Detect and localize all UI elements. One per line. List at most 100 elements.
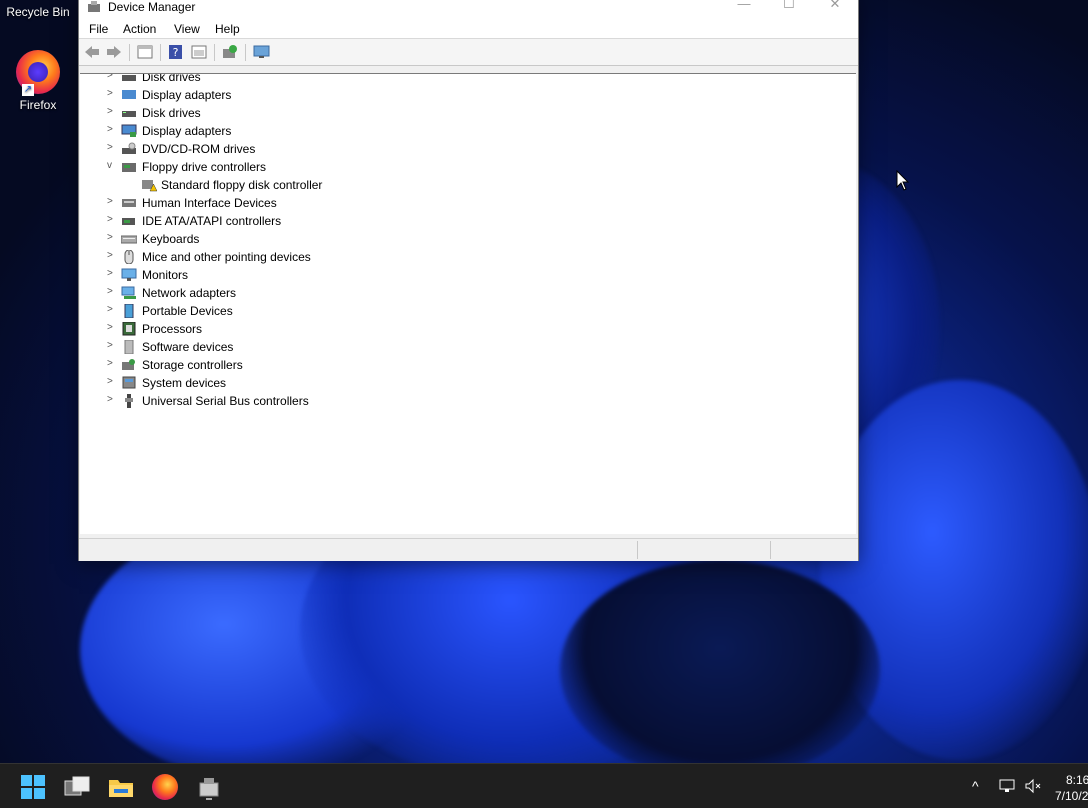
disk-drive-icon <box>122 111 136 117</box>
tree-row-label: Display adapters <box>142 88 232 102</box>
scan-hardware-icon[interactable] <box>253 44 271 60</box>
chevron-right-icon[interactable]: > <box>107 305 117 315</box>
tree-row-ide-controllers[interactable]: > IDE ATA/ATAPI controllers <box>80 212 780 230</box>
tree-row-software-devices[interactable]: > Software devices <box>80 338 780 356</box>
network-icon[interactable] <box>998 778 1016 794</box>
tree-row-hid[interactable]: > Human Interface Devices <box>80 194 780 212</box>
menu-action[interactable]: Action <box>123 22 156 36</box>
chevron-right-icon[interactable]: > <box>107 107 117 117</box>
tree-row-disk-drives[interactable]: > Disk drives <box>80 104 780 122</box>
mouse-icon <box>124 250 134 264</box>
chevron-right-icon[interactable]: > <box>107 143 117 153</box>
close-button[interactable]: ✕ <box>812 0 858 16</box>
tree-row-label: System devices <box>142 376 227 390</box>
tree-row-label: Storage controllers <box>142 358 243 372</box>
chevron-right-icon[interactable]: > <box>107 197 117 207</box>
maximize-button[interactable]: ☐ <box>766 0 812 16</box>
tree-row-label: Human Interface Devices <box>142 196 277 210</box>
mouse-cursor-icon <box>896 170 910 191</box>
firefox-icon: ↗ <box>16 50 60 96</box>
device-tree[interactable]: > Disk drives > Display adapters > Disk … <box>80 73 856 534</box>
tree-row-dvd-drives[interactable]: > DVD/CD-ROM drives <box>80 140 780 158</box>
show-hidden-icons-chevron-icon[interactable]: ^ <box>972 778 979 794</box>
tree-row-display-adapters[interactable]: > Display adapters <box>80 122 780 140</box>
tree-row-label: Network adapters <box>142 286 237 300</box>
device-manager-icon[interactable] <box>196 774 222 800</box>
chevron-right-icon[interactable]: > <box>107 359 117 369</box>
toolbar-separator <box>160 44 161 61</box>
title-bar[interactable]: Device Manager — ☐ ✕ <box>79 0 858 18</box>
tree-row-standard-floppy-controller[interactable]: Standard floppy disk controller <box>80 176 780 194</box>
properties-icon[interactable] <box>136 44 154 60</box>
tree-row-storage-controllers[interactable]: > Storage controllers <box>80 356 780 374</box>
tree-row-label: Standard floppy disk controller <box>161 178 323 192</box>
tree-row-label: Disk drives <box>142 73 201 84</box>
tree-row-network-adapters[interactable]: > Network adapters <box>80 284 780 302</box>
tree-row-processors[interactable]: > Processors <box>80 320 780 338</box>
forward-icon[interactable] <box>105 44 123 60</box>
chevron-right-icon[interactable]: > <box>107 89 117 99</box>
tree-row-label: IDE ATA/ATAPI controllers <box>142 214 282 228</box>
start-icon[interactable] <box>20 774 46 800</box>
file-explorer-icon[interactable] <box>108 774 134 800</box>
status-divider <box>770 541 771 559</box>
tree-row-system-devices[interactable]: > System devices <box>80 374 780 392</box>
firefox-desktop-shortcut[interactable]: ↗ Firefox <box>8 50 68 112</box>
tree-row-floppy-controllers[interactable]: v Floppy drive controllers <box>80 158 780 176</box>
chevron-right-icon[interactable]: > <box>107 74 117 81</box>
tree-row-keyboards[interactable]: > Keyboards <box>80 230 780 248</box>
chevron-right-icon[interactable]: > <box>107 323 117 333</box>
portable-device-icon <box>124 304 134 318</box>
chevron-right-icon[interactable]: > <box>107 215 117 225</box>
toolbar-separator <box>129 44 130 61</box>
chevron-down-icon[interactable]: v <box>107 161 117 171</box>
window-title: Device Manager <box>108 0 196 14</box>
show-hidden-icon[interactable] <box>190 44 208 60</box>
menu-help[interactable]: Help <box>215 22 240 36</box>
menu-view[interactable]: View <box>174 22 200 36</box>
status-bar <box>79 538 858 561</box>
update-driver-icon[interactable] <box>221 44 239 60</box>
hid-icon <box>122 199 136 207</box>
chevron-right-icon[interactable]: > <box>107 125 117 135</box>
firefox-icon[interactable] <box>152 774 178 800</box>
back-icon[interactable] <box>83 44 101 60</box>
status-divider <box>637 541 638 559</box>
chevron-right-icon[interactable]: > <box>107 233 117 243</box>
tree-row-label: Portable Devices <box>142 304 233 318</box>
help-icon[interactable]: ? <box>167 44 185 60</box>
tree-row-mice[interactable]: > Mice and other pointing devices <box>80 248 780 266</box>
menu-file[interactable]: File <box>89 22 108 36</box>
tree-row-portable-devices[interactable]: > Portable Devices <box>80 302 780 320</box>
chevron-right-icon[interactable]: > <box>107 341 117 351</box>
tree-row-usb-controllers[interactable]: > Universal Serial Bus controllers <box>80 392 780 410</box>
tree-row-monitors[interactable]: > Monitors <box>80 266 780 284</box>
tree-row-partial[interactable]: > Display adapters <box>80 86 780 104</box>
chevron-right-icon[interactable]: > <box>107 395 117 405</box>
toolbar-separator <box>245 44 246 61</box>
tree-row-partial[interactable]: > Disk drives <box>80 73 780 86</box>
taskbar: ^ 8:16 7/10/2 <box>0 763 1088 808</box>
floppy-controller-icon <box>122 163 136 172</box>
shortcut-arrow-icon: ↗ <box>22 84 34 96</box>
minimize-button[interactable]: — <box>721 0 767 16</box>
recycle-bin-label: Recycle Bin <box>6 5 70 19</box>
display-adapter-icon <box>121 124 137 137</box>
toolbar-separator <box>214 44 215 61</box>
clock-time[interactable]: 8:16 <box>1066 773 1088 787</box>
chevron-right-icon[interactable]: > <box>107 251 117 261</box>
tree-row-label: Disk drives <box>142 106 201 120</box>
clock-date[interactable]: 7/10/2 <box>1055 789 1088 803</box>
chevron-right-icon[interactable]: > <box>107 269 117 279</box>
tree-row-label: Display adapters <box>142 124 232 138</box>
chevron-right-icon[interactable]: > <box>107 377 117 387</box>
task-view-icon[interactable] <box>64 774 90 800</box>
tree-row-label: Keyboards <box>142 232 200 246</box>
recycle-bin-desktop-icon[interactable]: Recycle Bin <box>0 5 76 19</box>
system-device-icon <box>122 376 136 389</box>
software-device-icon <box>124 340 134 354</box>
device-manager-title-icon <box>88 1 100 12</box>
chevron-right-icon[interactable]: > <box>107 287 117 297</box>
tree-row-label: Monitors <box>142 268 189 282</box>
volume-muted-icon[interactable] <box>1024 778 1042 794</box>
